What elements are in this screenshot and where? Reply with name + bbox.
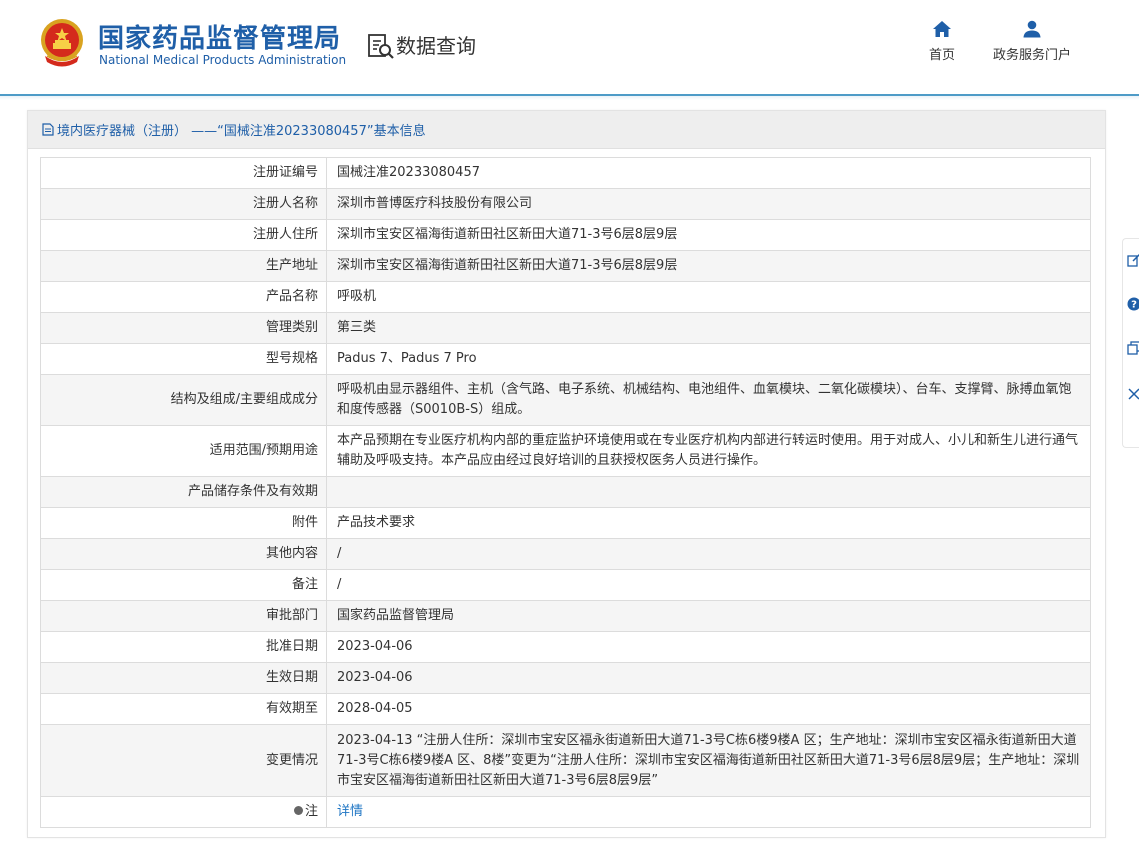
data-query-icon — [368, 34, 394, 59]
svg-text:?: ? — [1131, 300, 1137, 311]
table-row: 生产地址 深圳市宝安区福海街道新田社区新田大道71-3号6层8层9层 — [40, 250, 1091, 282]
table-row: 适用范围/预期用途 本产品预期在专业医疗机构内部的重症监护环境使用或在专业医疗机… — [40, 425, 1091, 477]
field-value: / — [326, 569, 1091, 601]
table-row: 注册人名称 深圳市普博医疗科技股份有限公司 — [40, 188, 1091, 220]
brand-title-cn: 国家药品监督管理局 — [98, 24, 342, 54]
field-label: 产品储存条件及有效期 — [40, 476, 327, 508]
field-label: 注册人住所 — [40, 219, 327, 251]
field-value: 2023-04-13 “注册人住所：深圳市宝安区福永街道新田大道71-3号C栋6… — [326, 724, 1091, 797]
field-label: 注册证编号 — [40, 157, 327, 189]
note-label: 注 — [304, 804, 318, 819]
national-emblem-icon — [41, 19, 83, 67]
field-label: 备注 — [40, 569, 327, 601]
field-value: 本产品预期在专业医疗机构内部的重症监护环境使用或在专业医疗机构内部进行转运时使用… — [326, 425, 1091, 477]
table-row: 型号规格 Padus 7、Padus 7 Pro — [40, 343, 1091, 375]
table-row: 生效日期 2023-04-06 — [40, 662, 1091, 694]
field-value: 产品技术要求 — [326, 507, 1091, 539]
table-row: 变更情况 2023-04-13 “注册人住所：深圳市宝安区福永街道新田大道71-… — [40, 724, 1091, 797]
field-value: 国家药品监督管理局 — [326, 600, 1091, 632]
field-label: 变更情况 — [40, 724, 327, 797]
details-link[interactable]: 详情 — [337, 804, 363, 819]
table-row: 产品储存条件及有效期 — [40, 476, 1091, 508]
field-value: 国械注准20233080457 — [326, 157, 1091, 189]
close-icon[interactable] — [1127, 387, 1139, 401]
field-label: 审批部门 — [40, 600, 327, 632]
detail-panel: 境内医疗器械（注册） ——“国械注准20233080457”基本信息 注册证编号… — [27, 110, 1106, 838]
panel-title: 境内医疗器械（注册） ——“国械注准20233080457”基本信息 — [57, 124, 426, 139]
field-value: 呼吸机由显示器组件、主机（含气路、电子系统、机械结构、电池组件、血氧模块、二氧化… — [326, 374, 1091, 426]
field-value — [326, 476, 1091, 508]
site-header: 国家药品监督管理局 National Medical Products Admi… — [0, 0, 1139, 100]
field-value: 2023-04-06 — [326, 662, 1091, 694]
copy-icon[interactable] — [1127, 341, 1139, 355]
table-row: 结构及组成/主要组成成分 呼吸机由显示器组件、主机（含气路、电子系统、机械结构、… — [40, 374, 1091, 426]
field-label: 注册人名称 — [40, 188, 327, 220]
brand-title-en: National Medical Products Administration — [99, 53, 347, 67]
panel-header: 境内医疗器械（注册） ——“国械注准20233080457”基本信息 — [28, 111, 1105, 149]
nav-home[interactable]: 首页 — [924, 20, 960, 63]
field-value: 2028-04-05 — [326, 693, 1091, 725]
field-label: 产品名称 — [40, 281, 327, 313]
nav-home-label: 首页 — [928, 48, 955, 63]
pin-icon — [293, 806, 303, 815]
side-toolbar: ? — [1122, 238, 1139, 448]
nav-service-portal[interactable]: 政务服务门户 — [990, 20, 1074, 63]
field-value: 深圳市宝安区福海街道新田社区新田大道71-3号6层8层9层 — [326, 250, 1091, 282]
document-icon — [42, 123, 54, 136]
field-value: / — [326, 538, 1091, 570]
field-label: 生产地址 — [40, 250, 327, 282]
field-label: 生效日期 — [40, 662, 327, 694]
field-label: 附件 — [40, 507, 327, 539]
note-value-cell: 详情 — [326, 796, 1091, 828]
field-label: 有效期至 — [40, 693, 327, 725]
table-row: 产品名称 呼吸机 — [40, 281, 1091, 313]
table-row: 备注 / — [40, 569, 1091, 601]
table-row-note: 注 详情 — [40, 796, 1091, 828]
field-label: 批准日期 — [40, 631, 327, 663]
table-row: 其他内容 / — [40, 538, 1091, 570]
nav-service-portal-label: 政务服务门户 — [992, 48, 1071, 63]
help-icon[interactable]: ? — [1127, 297, 1139, 311]
data-query-title: 数据查询 — [396, 34, 476, 58]
field-value: Padus 7、Padus 7 Pro — [326, 343, 1091, 375]
field-label: 管理类别 — [40, 312, 327, 344]
table-row: 有效期至 2028-04-05 — [40, 693, 1091, 725]
edit-icon[interactable] — [1127, 253, 1139, 267]
field-value: 呼吸机 — [326, 281, 1091, 313]
table-row: 注册证编号 国械注准20233080457 — [40, 157, 1091, 189]
user-icon — [1023, 20, 1041, 38]
table-row: 注册人住所 深圳市宝安区福海街道新田社区新田大道71-3号6层8层9层 — [40, 219, 1091, 251]
table-row: 附件 产品技术要求 — [40, 507, 1091, 539]
field-label: 结构及组成/主要组成成分 — [40, 374, 327, 426]
registration-info-table: 注册证编号 国械注准20233080457 注册人名称 深圳市普博医疗科技股份有… — [40, 157, 1091, 828]
field-value: 第三类 — [326, 312, 1091, 344]
field-label: 型号规格 — [40, 343, 327, 375]
table-row: 管理类别 第三类 — [40, 312, 1091, 344]
table-row: 批准日期 2023-04-06 — [40, 631, 1091, 663]
field-value: 2023-04-06 — [326, 631, 1091, 663]
field-label: 其他内容 — [40, 538, 327, 570]
note-label-cell: 注 — [40, 796, 327, 828]
home-icon — [933, 21, 951, 37]
table-row: 审批部门 国家药品监督管理局 — [40, 600, 1091, 632]
field-label: 适用范围/预期用途 — [40, 425, 327, 477]
field-value: 深圳市普博医疗科技股份有限公司 — [326, 188, 1091, 220]
field-value: 深圳市宝安区福海街道新田社区新田大道71-3号6层8层9层 — [326, 219, 1091, 251]
